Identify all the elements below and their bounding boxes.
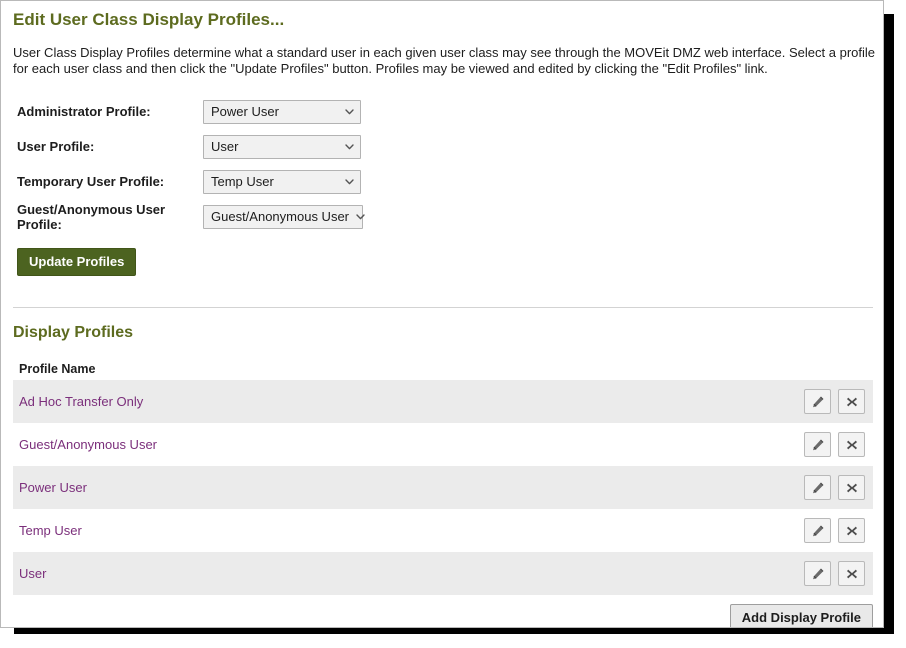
display-profiles-table: Profile Name Ad Hoc Transfer Only Guest/… bbox=[13, 358, 873, 627]
form-row-guest-anonymous-user-profile: Guest/Anonymous User Profile: Guest/Anon… bbox=[13, 199, 871, 234]
label-temporary-user-profile: Temporary User Profile: bbox=[17, 174, 165, 189]
profile-name-link[interactable]: Guest/Anonymous User bbox=[19, 437, 804, 452]
panel-inner: Edit User Class Display Profiles... User… bbox=[1, 10, 883, 627]
display-profiles-title: Display Profiles bbox=[13, 324, 134, 341]
form-row-administrator-profile: Administrator Profile: Power User bbox=[13, 94, 871, 129]
select-temporary-user-profile[interactable]: Temp User bbox=[203, 169, 361, 194]
select-temporary-user-profile-value: Temp User bbox=[211, 174, 274, 189]
table-header-row: Profile Name bbox=[13, 358, 873, 380]
label-administrator-profile: Administrator Profile: bbox=[17, 104, 151, 119]
form-row-user-profile: User Profile: User bbox=[13, 129, 871, 164]
row-actions bbox=[804, 561, 865, 586]
pencil-icon bbox=[811, 481, 825, 495]
delete-profile-button[interactable] bbox=[838, 389, 865, 414]
row-actions bbox=[804, 475, 865, 500]
row-actions bbox=[804, 432, 865, 457]
row-actions bbox=[804, 518, 865, 543]
delete-profile-button[interactable] bbox=[838, 432, 865, 457]
table-footer: Add Display Profile bbox=[13, 604, 873, 627]
table-row: Ad Hoc Transfer Only bbox=[13, 380, 873, 423]
pencil-icon bbox=[811, 524, 825, 538]
edit-profile-button[interactable] bbox=[804, 475, 831, 500]
close-x-icon bbox=[845, 481, 859, 495]
delete-profile-button[interactable] bbox=[838, 561, 865, 586]
chevron-down-icon bbox=[338, 105, 360, 118]
chevron-down-icon bbox=[338, 140, 360, 153]
close-x-icon bbox=[845, 438, 859, 452]
intro-paragraph: User Class Display Profiles determine wh… bbox=[13, 45, 875, 76]
profile-name-link[interactable]: Ad Hoc Transfer Only bbox=[19, 394, 804, 409]
section-divider bbox=[13, 307, 873, 308]
close-x-icon bbox=[845, 395, 859, 409]
label-user-profile: User Profile: bbox=[17, 139, 95, 154]
page-wrapper: Edit User Class Display Profiles... User… bbox=[0, 0, 906, 648]
edit-profile-button[interactable] bbox=[804, 432, 831, 457]
select-guest-anonymous-user-profile-value: Guest/Anonymous User bbox=[211, 209, 350, 224]
edit-profile-button[interactable] bbox=[804, 561, 831, 586]
chevron-down-icon bbox=[349, 210, 371, 223]
table-row: Temp User bbox=[13, 509, 873, 552]
content-panel: Edit User Class Display Profiles... User… bbox=[0, 0, 884, 628]
select-administrator-profile-value: Power User bbox=[211, 104, 279, 119]
edit-profile-button[interactable] bbox=[804, 389, 831, 414]
select-administrator-profile[interactable]: Power User bbox=[203, 99, 361, 124]
select-guest-anonymous-user-profile[interactable]: Guest/Anonymous User bbox=[203, 204, 365, 229]
row-actions bbox=[804, 389, 865, 414]
chevron-down-icon bbox=[338, 175, 360, 188]
profile-name-link[interactable]: Power User bbox=[19, 480, 804, 495]
edit-profile-button[interactable] bbox=[804, 518, 831, 543]
form-row-temporary-user-profile: Temporary User Profile: Temp User bbox=[13, 164, 871, 199]
column-header-profile-name: Profile Name bbox=[19, 362, 96, 376]
pencil-icon bbox=[811, 567, 825, 581]
pencil-icon bbox=[811, 438, 825, 452]
page-title: Edit User Class Display Profiles... bbox=[13, 10, 285, 29]
profile-name-link[interactable]: User bbox=[19, 566, 804, 581]
delete-profile-button[interactable] bbox=[838, 475, 865, 500]
select-user-profile-value: User bbox=[211, 139, 239, 154]
label-guest-anonymous-user-profile: Guest/Anonymous User Profile: bbox=[17, 201, 166, 232]
delete-profile-button[interactable] bbox=[838, 518, 865, 543]
add-display-profile-button[interactable]: Add Display Profile bbox=[729, 604, 873, 627]
user-class-profile-form: Administrator Profile: Power User User P… bbox=[13, 94, 871, 276]
table-row: Guest/Anonymous User bbox=[13, 423, 873, 466]
profile-name-link[interactable]: Temp User bbox=[19, 523, 804, 538]
select-user-profile[interactable]: User bbox=[203, 134, 361, 159]
table-row: Power User bbox=[13, 466, 873, 509]
table-row: User bbox=[13, 552, 873, 595]
update-profiles-button[interactable]: Update Profiles bbox=[17, 248, 137, 276]
close-x-icon bbox=[845, 524, 859, 538]
close-x-icon bbox=[845, 567, 859, 581]
pencil-icon bbox=[811, 395, 825, 409]
